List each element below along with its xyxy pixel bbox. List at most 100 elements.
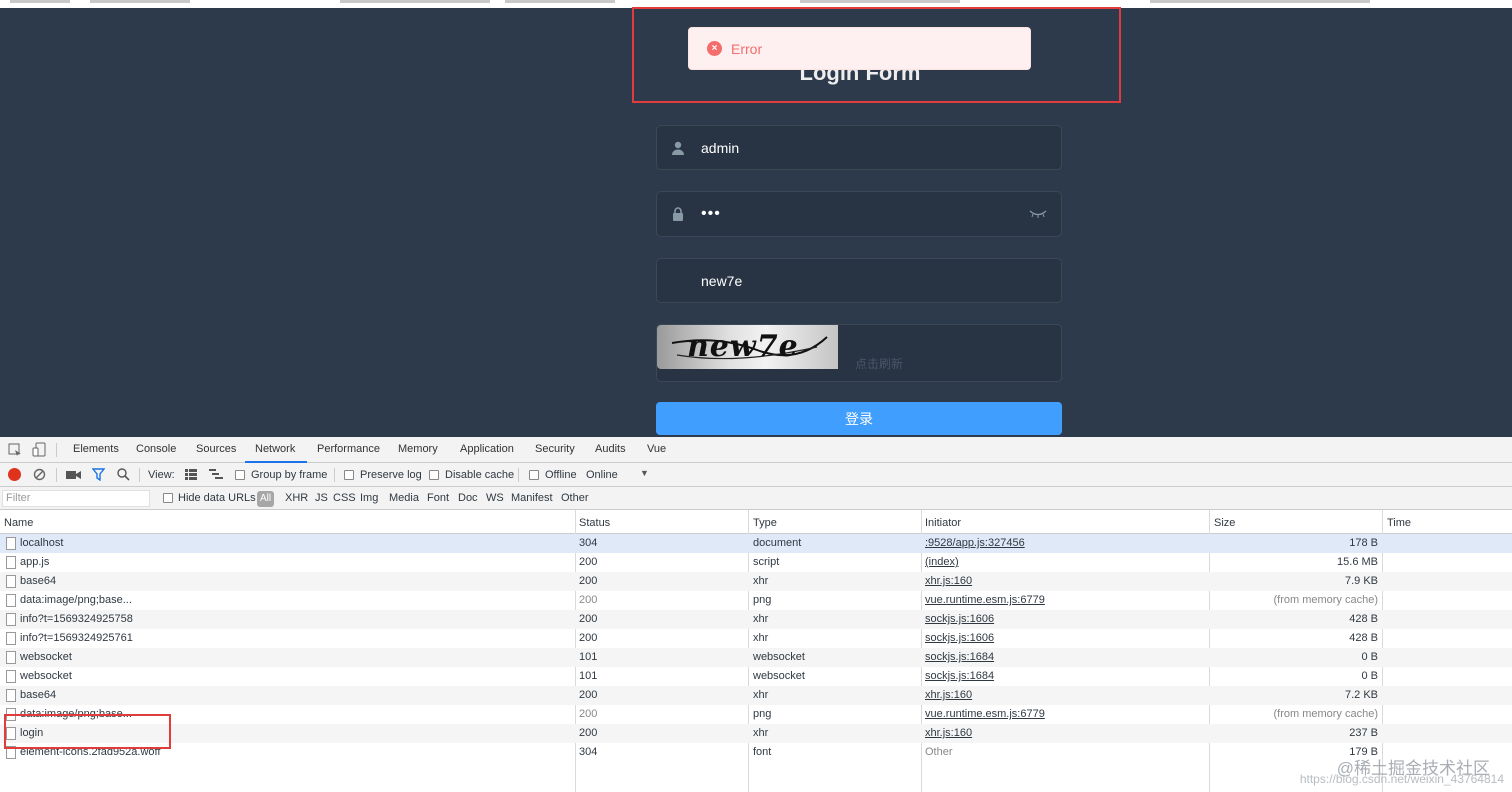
- filter-type-other[interactable]: Other: [561, 492, 589, 504]
- table-row[interactable]: base64 200 xhr xhr.js:160 7.2 KB: [0, 686, 1512, 705]
- table-row[interactable]: info?t=1569324925758 200 xhr sockjs.js:1…: [0, 610, 1512, 629]
- tab-security[interactable]: Security: [535, 443, 575, 455]
- column-status[interactable]: Status: [579, 517, 610, 529]
- request-size: (from memory cache): [1273, 594, 1378, 606]
- toolbar-divider: [56, 468, 57, 482]
- column-initiator[interactable]: Initiator: [925, 517, 961, 529]
- request-type: xhr: [753, 632, 769, 644]
- request-type: xhr: [753, 689, 769, 701]
- xhr-file-icon: [6, 632, 16, 645]
- request-initiator-link[interactable]: sockjs.js:1606: [925, 613, 994, 625]
- request-type: xhr: [753, 727, 769, 739]
- request-initiator-link[interactable]: vue.runtime.esm.js:6779: [925, 594, 1045, 606]
- table-row[interactable]: base64 200 xhr xhr.js:160 7.9 KB: [0, 572, 1512, 591]
- request-status: 101: [579, 670, 598, 682]
- request-initiator: Other: [925, 746, 953, 758]
- filter-type-ws[interactable]: WS: [486, 492, 504, 504]
- captcha-refresh-hint[interactable]: 点击刷新: [855, 355, 903, 372]
- filter-type-img[interactable]: Img: [360, 492, 378, 504]
- table-row[interactable]: app.js 200 script (index) 15.6 MB: [0, 553, 1512, 572]
- record-icon[interactable]: [8, 468, 21, 481]
- disable-cache-checkbox[interactable]: [429, 470, 439, 480]
- screenshot-camera-icon[interactable]: [66, 469, 81, 480]
- table-row[interactable]: localhost 304 document :9528/app.js:3274…: [0, 534, 1512, 553]
- eye-closed-icon[interactable]: [1029, 209, 1047, 219]
- table-row[interactable]: data:image/png;base... 200 png vue.runti…: [0, 591, 1512, 610]
- throttling-select[interactable]: Online: [586, 469, 618, 481]
- table-row[interactable]: login 200 xhr xhr.js:160 237 B: [0, 724, 1512, 743]
- search-icon[interactable]: [117, 468, 130, 481]
- table-row[interactable]: websocket 101 websocket sockjs.js:1684 0…: [0, 667, 1512, 686]
- tab-performance[interactable]: Performance: [317, 443, 380, 455]
- filter-icon[interactable]: [92, 468, 105, 481]
- request-initiator-link[interactable]: vue.runtime.esm.js:6779: [925, 708, 1045, 720]
- hide-data-urls-checkbox[interactable]: [163, 493, 173, 503]
- filter-input[interactable]: Filter: [2, 490, 150, 507]
- request-status: 200: [579, 727, 598, 739]
- offline-checkbox[interactable]: [529, 470, 539, 480]
- device-toolbar-icon[interactable]: [32, 442, 46, 457]
- table-row[interactable]: element-icons.2fad952a.woff 304 font Oth…: [0, 743, 1512, 762]
- request-size: 15.6 MB: [1337, 556, 1378, 568]
- large-rows-icon[interactable]: [185, 469, 197, 480]
- filter-type-media[interactable]: Media: [389, 492, 419, 504]
- request-initiator-link[interactable]: :9528/app.js:327456: [925, 537, 1025, 549]
- request-size: 7.9 KB: [1344, 575, 1378, 587]
- filter-type-manifest[interactable]: Manifest: [511, 492, 553, 504]
- request-size: 428 B: [1349, 632, 1378, 644]
- tab-application[interactable]: Application: [460, 443, 514, 455]
- image-file-icon: [6, 594, 16, 607]
- username-input[interactable]: [701, 126, 1021, 169]
- waterfall-icon[interactable]: [209, 469, 223, 480]
- column-time[interactable]: Time: [1387, 517, 1411, 529]
- column-name[interactable]: Name: [4, 517, 33, 529]
- inspect-element-icon[interactable]: [8, 443, 22, 457]
- table-row[interactable]: info?t=1569324925761 200 xhr sockjs.js:1…: [0, 629, 1512, 648]
- username-field[interactable]: [656, 125, 1062, 170]
- password-input[interactable]: [701, 192, 1021, 236]
- xhr-file-icon: [6, 689, 16, 702]
- column-type[interactable]: Type: [753, 517, 777, 529]
- request-initiator-link[interactable]: sockjs.js:1684: [925, 670, 994, 682]
- filter-type-all[interactable]: All: [257, 491, 274, 507]
- tab-audits[interactable]: Audits: [595, 443, 626, 455]
- request-status: 200: [579, 556, 598, 568]
- annotation-box-toast: [632, 7, 1121, 103]
- request-status: 200: [579, 575, 598, 587]
- filter-type-font[interactable]: Font: [427, 492, 449, 504]
- clear-icon[interactable]: [33, 468, 46, 481]
- tab-memory[interactable]: Memory: [398, 443, 438, 455]
- column-size[interactable]: Size: [1214, 517, 1235, 529]
- login-button[interactable]: 登录: [656, 402, 1062, 435]
- preserve-log-checkbox[interactable]: [344, 470, 354, 480]
- request-name: websocket: [20, 670, 72, 682]
- filter-type-js[interactable]: JS: [315, 492, 328, 504]
- tab-console[interactable]: Console: [136, 443, 176, 455]
- group-by-frame-checkbox[interactable]: [235, 470, 245, 480]
- xhr-file-icon: [6, 613, 16, 626]
- tab-sources[interactable]: Sources: [196, 443, 236, 455]
- request-initiator-link[interactable]: xhr.js:160: [925, 575, 972, 587]
- request-type: websocket: [753, 651, 805, 663]
- tab-elements[interactable]: Elements: [73, 443, 119, 455]
- request-initiator-link[interactable]: xhr.js:160: [925, 689, 972, 701]
- request-initiator-link[interactable]: xhr.js:160: [925, 727, 972, 739]
- request-initiator-link[interactable]: sockjs.js:1684: [925, 651, 994, 663]
- table-row[interactable]: websocket 101 websocket sockjs.js:1684 0…: [0, 648, 1512, 667]
- filter-type-xhr[interactable]: XHR: [285, 492, 308, 504]
- tab-network[interactable]: Network: [255, 443, 295, 455]
- request-initiator-link[interactable]: (index): [925, 556, 959, 568]
- filter-type-doc[interactable]: Doc: [458, 492, 478, 504]
- captcha-image[interactable]: new7e: [657, 325, 838, 369]
- chevron-down-icon[interactable]: ▼: [640, 468, 649, 478]
- watermark-url: https://blog.csdn.net/weixin_43764814: [1299, 772, 1504, 786]
- request-initiator-link[interactable]: sockjs.js:1606: [925, 632, 994, 644]
- tab-vue[interactable]: Vue: [647, 443, 666, 455]
- table-row[interactable]: data:image/png;base... 200 png vue.runti…: [0, 705, 1512, 724]
- user-icon: [672, 141, 684, 155]
- captcha-field[interactable]: [656, 258, 1062, 303]
- password-field[interactable]: [656, 191, 1062, 237]
- filter-type-css[interactable]: CSS: [333, 492, 356, 504]
- captcha-input[interactable]: [701, 259, 1021, 302]
- offline-label: Offline: [545, 469, 577, 481]
